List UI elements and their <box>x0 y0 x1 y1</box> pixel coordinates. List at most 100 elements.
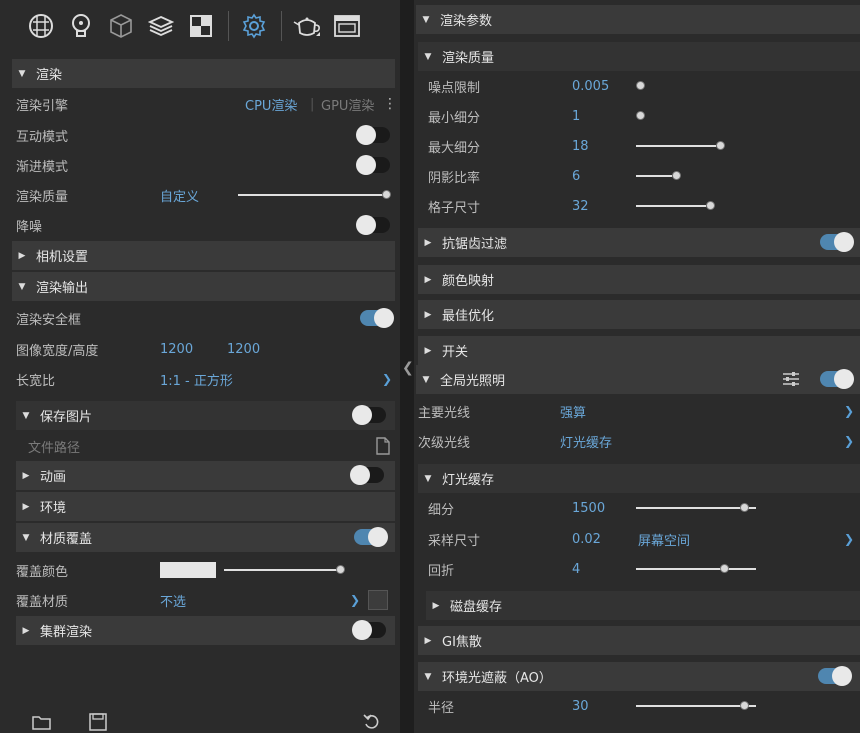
expand-triangle-icon: ▶ <box>18 250 26 261</box>
section-anti-aliasing[interactable]: ▶ 抗锯齿过滤 <box>418 228 860 257</box>
section-optimize[interactable]: ▶ 最佳优化 <box>418 300 860 329</box>
section-ambient-occlusion[interactable]: ▼ 环境光遮蔽（AO） <box>418 662 860 691</box>
override-color-swatch[interactable] <box>160 562 216 578</box>
quality-row-value[interactable]: 32 <box>572 199 589 214</box>
section-global-illumination[interactable]: ▼ 全局光照明 <box>416 365 860 394</box>
ao-radius-slider[interactable] <box>636 701 756 710</box>
chevron-down-icon[interactable]: ❯ <box>844 532 854 546</box>
light-icon[interactable] <box>64 9 98 43</box>
slider-thumb[interactable] <box>382 190 391 199</box>
section-render-output[interactable]: ▼ 渲染输出 <box>12 272 395 301</box>
section-render-quality[interactable]: ▼ 渲染质量 <box>418 42 860 71</box>
bounce-slider[interactable] <box>636 564 756 573</box>
render-quality-slider[interactable] <box>238 190 391 199</box>
gpu-render-option[interactable]: GPU渲染 <box>321 95 374 114</box>
slider-thumb[interactable] <box>720 564 729 573</box>
override-color-slider[interactable] <box>224 565 345 574</box>
undo-icon[interactable] <box>363 713 381 733</box>
expand-triangle-icon: ▶ <box>424 635 432 646</box>
quality-row: 最大细分 18 <box>428 131 860 161</box>
ao-radius-value[interactable]: 30 <box>572 699 589 714</box>
file-path-input[interactable]: 文件路径 <box>28 437 80 456</box>
interactive-mode-toggle[interactable] <box>356 125 390 145</box>
section-cluster-render[interactable]: ▶ 集群渲染 <box>16 616 395 645</box>
sphere-icon[interactable] <box>24 9 58 43</box>
save-icon[interactable] <box>89 713 107 733</box>
menu-dots-icon[interactable]: ⋮ <box>383 96 397 112</box>
bounce-row: 回折 4 <box>428 554 860 584</box>
chevron-down-icon[interactable]: ❯ <box>350 593 360 607</box>
quality-row-value[interactable]: 18 <box>572 139 589 154</box>
layers-icon[interactable] <box>144 9 178 43</box>
ao-toggle[interactable] <box>818 666 852 686</box>
file-icon[interactable] <box>375 437 391 459</box>
section-light-cache[interactable]: ▼ 灯光缓存 <box>418 464 860 493</box>
section-camera[interactable]: ▶ 相机设置 <box>12 241 395 270</box>
gi-toggle[interactable] <box>820 369 854 389</box>
slider-thumb[interactable] <box>636 81 645 90</box>
section-environment[interactable]: ▶ 环境 <box>16 492 395 521</box>
override-material-select[interactable]: 不选 <box>160 591 186 610</box>
section-disk-cache[interactable]: ▶ 磁盘缓存 <box>426 591 860 620</box>
sample-mode-select[interactable]: 屏幕空间 <box>638 530 690 549</box>
section-save-image[interactable]: ▼ 保存图片 <box>16 401 395 430</box>
slider-thumb[interactable] <box>716 141 725 150</box>
quality-row-label: 最小细分 <box>428 110 481 126</box>
animation-toggle[interactable] <box>350 465 384 485</box>
aspect-ratio-select[interactable]: 1:1 - 正方形 <box>160 370 233 389</box>
sample-size-value[interactable]: 0.02 <box>572 532 601 547</box>
anti-aliasing-toggle[interactable] <box>820 232 854 252</box>
cluster-render-toggle[interactable] <box>352 620 386 640</box>
collapse-triangle-icon: ▼ <box>424 671 432 682</box>
chevron-down-icon[interactable]: ❯ <box>844 404 854 418</box>
quality-row: 最小细分 1 <box>428 101 860 131</box>
section-switches[interactable]: ▶ 开关 <box>418 336 860 365</box>
cube-icon[interactable] <box>104 9 138 43</box>
slider-thumb[interactable] <box>672 171 681 180</box>
teapot-icon[interactable] <box>290 9 324 43</box>
quality-row-value[interactable]: 0.005 <box>572 79 609 94</box>
light-cache-subdiv-slider[interactable] <box>636 503 756 512</box>
progressive-mode-toggle[interactable] <box>356 155 390 175</box>
material-override-toggle[interactable] <box>354 527 388 547</box>
light-cache-subdiv-value[interactable]: 1500 <box>572 501 605 516</box>
save-image-toggle[interactable] <box>352 405 386 425</box>
section-animation[interactable]: ▶ 动画 <box>16 461 395 490</box>
section-gi-caustics[interactable]: ▶ GI焦散 <box>418 626 860 655</box>
section-material-override[interactable]: ▼ 材质覆盖 <box>16 523 395 552</box>
secondary-ray-select[interactable]: 灯光缓存 <box>560 432 612 451</box>
chevron-down-icon[interactable]: ❯ <box>382 372 392 386</box>
section-color-mapping[interactable]: ▶ 颜色映射 <box>418 265 860 294</box>
render-quality-value[interactable]: 自定义 <box>160 186 199 205</box>
sliders-icon[interactable] <box>782 371 800 391</box>
primary-ray-select[interactable]: 强算 <box>560 402 586 421</box>
image-width-value[interactable]: 1200 <box>160 342 193 357</box>
quality-row-value[interactable]: 6 <box>572 169 580 184</box>
checker-icon[interactable] <box>184 9 218 43</box>
quality-row-slider[interactable] <box>636 171 836 180</box>
section-render-params[interactable]: ▼ 渲染参数 <box>416 5 860 34</box>
quality-row-slider[interactable] <box>636 81 836 90</box>
chevron-left-icon[interactable]: ❮ <box>402 360 414 376</box>
slider-thumb[interactable] <box>740 701 749 710</box>
bounce-value[interactable]: 4 <box>572 562 580 577</box>
image-height-value[interactable]: 1200 <box>227 342 260 357</box>
quality-row-slider[interactable] <box>636 141 836 150</box>
slider-thumb[interactable] <box>636 111 645 120</box>
denoise-toggle[interactable] <box>356 215 390 235</box>
slider-thumb[interactable] <box>740 503 749 512</box>
cpu-render-option[interactable]: CPU渲染 <box>245 95 297 114</box>
window-icon[interactable] <box>330 9 364 43</box>
slider-thumb[interactable] <box>336 565 345 574</box>
slider-thumb[interactable] <box>706 201 715 210</box>
chevron-down-icon[interactable]: ❯ <box>844 434 854 448</box>
material-picker-icon[interactable] <box>368 590 388 610</box>
quality-row-value[interactable]: 1 <box>572 109 580 124</box>
gear-icon[interactable] <box>237 9 271 43</box>
folder-icon[interactable] <box>32 714 52 733</box>
quality-row-slider[interactable] <box>636 201 836 210</box>
safe-frame-toggle[interactable] <box>360 308 394 328</box>
quality-row-slider[interactable] <box>636 111 836 120</box>
section-render[interactable]: ▼ 渲染 <box>12 59 395 88</box>
panel-splitter[interactable]: ❮ <box>400 0 414 733</box>
